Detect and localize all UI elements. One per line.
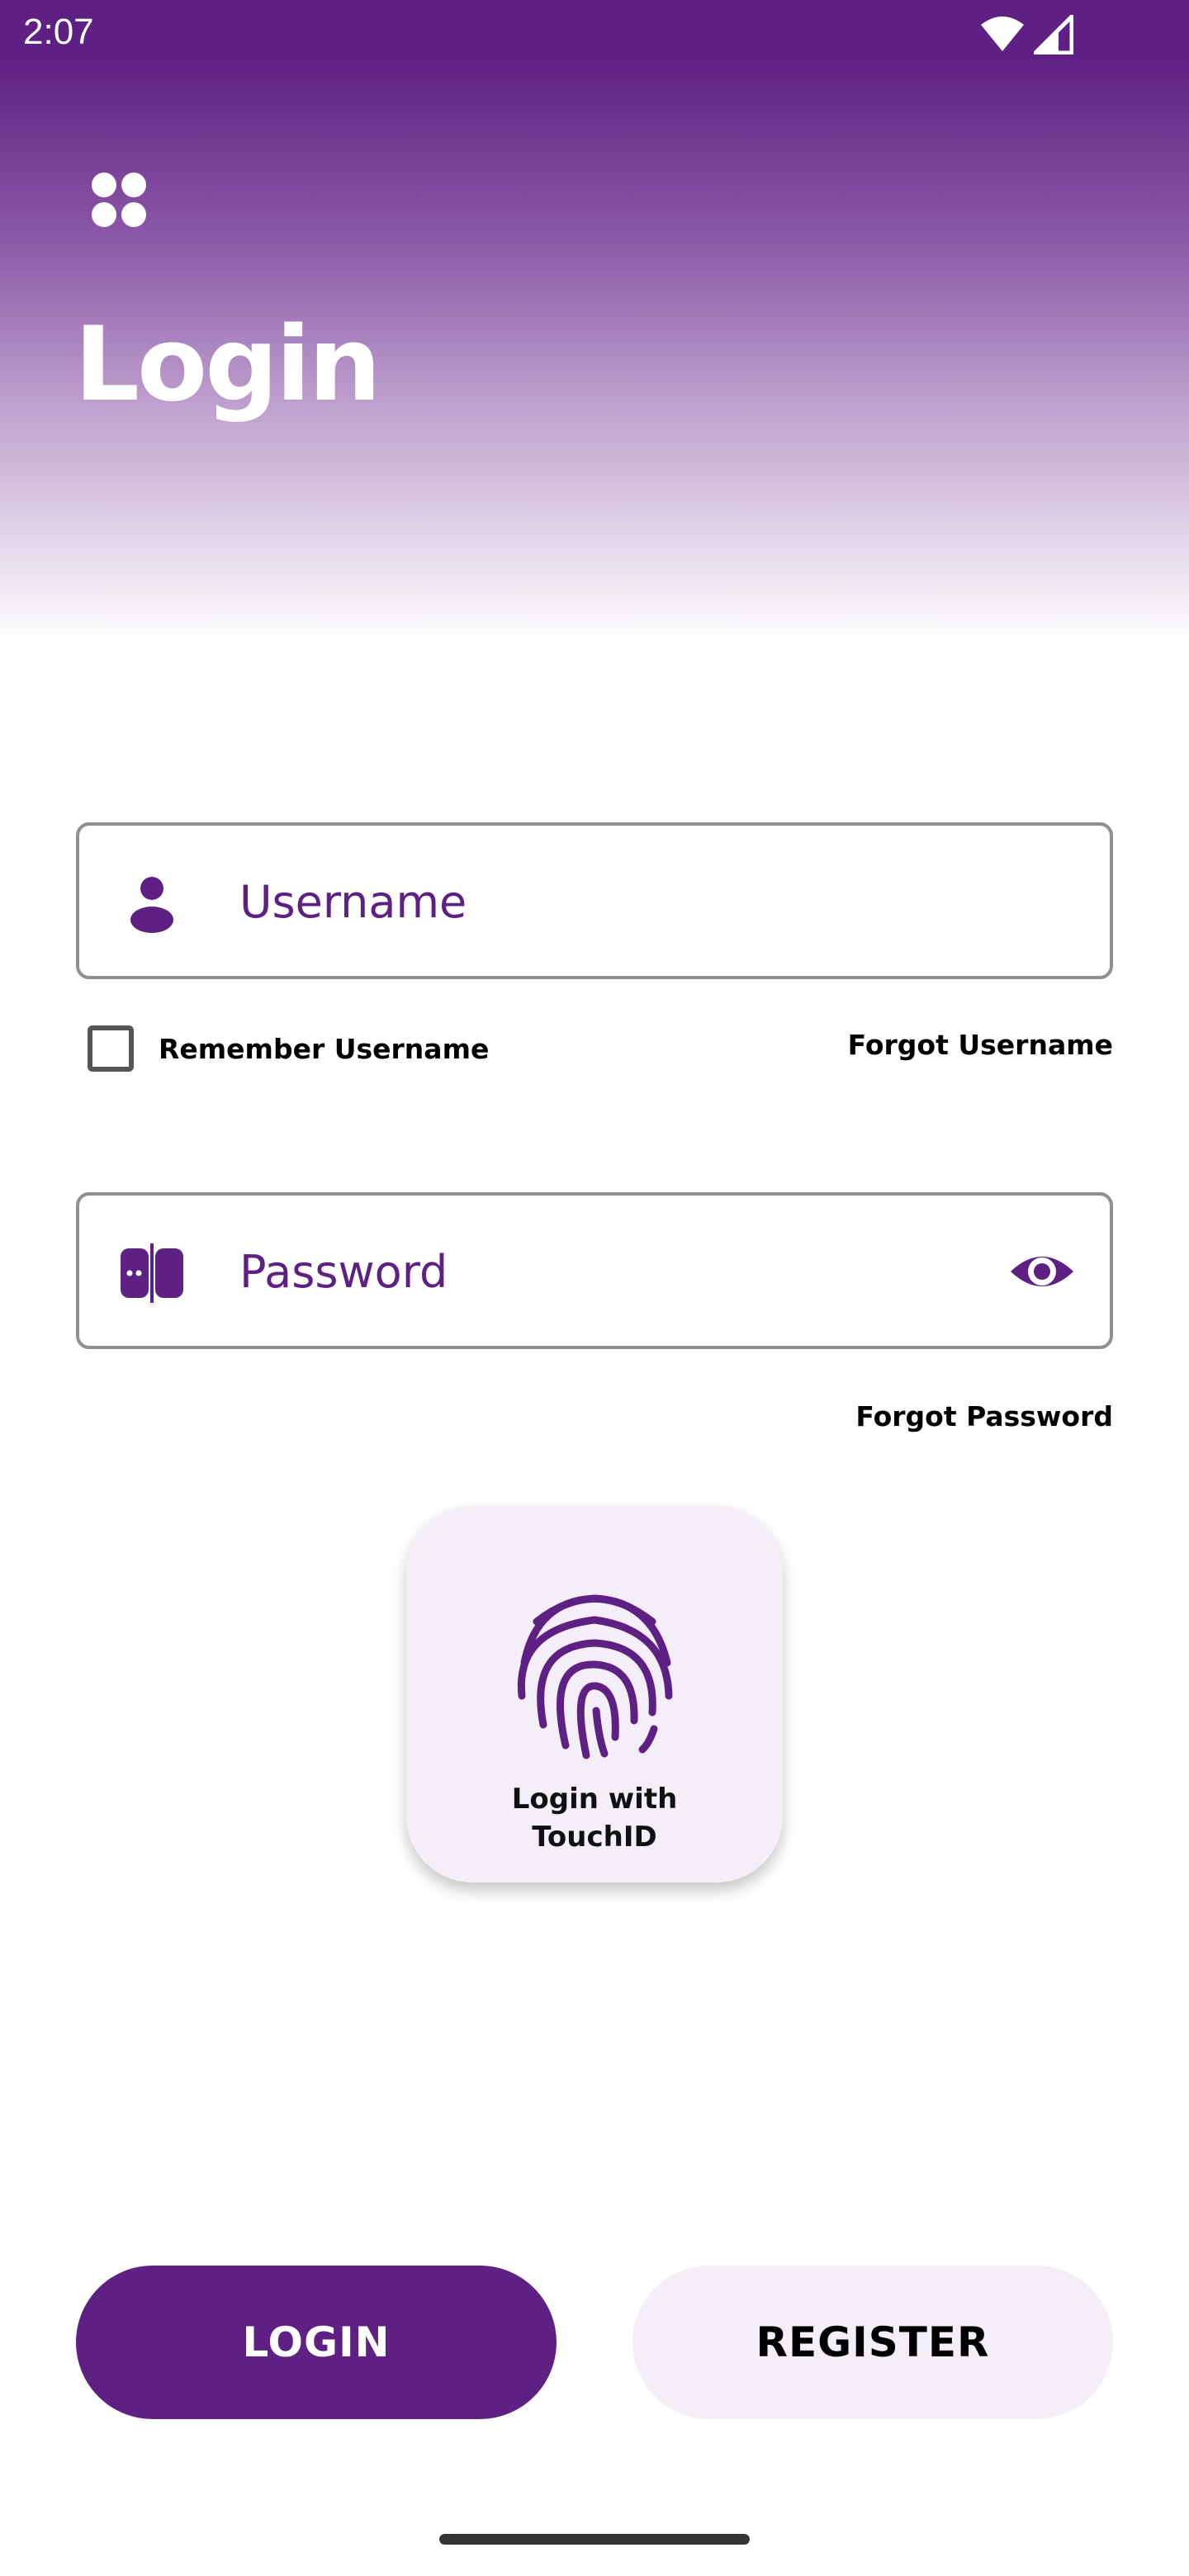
cell-signal-icon — [1034, 15, 1073, 54]
remember-label: Remember Username — [159, 1032, 490, 1065]
home-indicator[interactable] — [439, 2534, 750, 2545]
touchid-label-line2: TouchID — [532, 1821, 657, 1854]
eye-icon[interactable] — [1007, 1237, 1077, 1306]
touchid-label: Login with TouchID — [406, 1780, 783, 1856]
forgot-password-link[interactable]: Forgot Password — [855, 1400, 1113, 1432]
status-icons — [979, 15, 1073, 54]
apps-grid-icon[interactable] — [89, 170, 149, 230]
password-field[interactable] — [76, 1192, 1113, 1349]
touchid-login-button[interactable]: Login with TouchID — [406, 1506, 783, 1882]
remember-checkbox[interactable] — [88, 1025, 134, 1072]
forgot-username-link[interactable]: Forgot Username — [848, 1029, 1113, 1061]
page-title: Login — [74, 305, 381, 424]
username-input[interactable] — [238, 826, 984, 978]
remember-username[interactable]: Remember Username — [88, 1025, 489, 1072]
status-time: 2:07 — [23, 12, 94, 52]
touchid-label-line1: Login with — [511, 1783, 678, 1816]
register-button[interactable]: REGISTER — [632, 2266, 1113, 2419]
fingerprint-icon — [517, 1594, 673, 1759]
username-field[interactable] — [76, 822, 1113, 979]
password-lock-icon — [121, 1243, 183, 1303]
wifi-icon — [981, 17, 1024, 51]
person-icon — [130, 877, 173, 933]
login-button[interactable]: LOGIN — [76, 2266, 557, 2419]
status-bar: 2:07 — [0, 0, 1189, 69]
password-input[interactable] — [238, 1196, 984, 1347]
